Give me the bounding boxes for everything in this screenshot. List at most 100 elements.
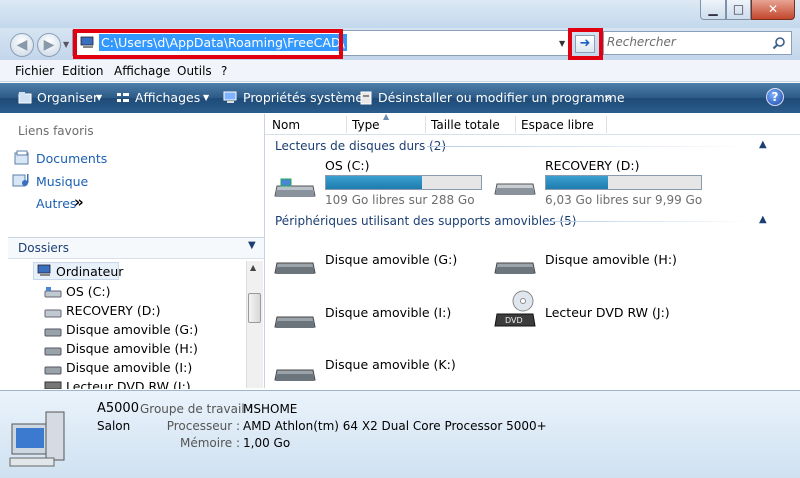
folder-tree-scrollbar[interactable] bbox=[246, 261, 263, 388]
column-separator[interactable] bbox=[425, 116, 426, 133]
column-espace-libre[interactable]: Espace libre bbox=[521, 118, 594, 132]
processor-label: Processeur : bbox=[166, 419, 240, 433]
views-dropdown-icon[interactable]: ▼ bbox=[203, 93, 209, 102]
toolbar-overflow-button[interactable]: » bbox=[604, 90, 612, 105]
group-collapse-icon[interactable]: ▲ bbox=[759, 139, 767, 150]
address-dropdown-icon[interactable]: ▼ bbox=[559, 39, 565, 48]
svg-text:DVD: DVD bbox=[505, 316, 523, 325]
drive-name-j[interactable]: Lecteur DVD RW (J:) bbox=[545, 305, 670, 320]
address-highlight-box bbox=[73, 29, 343, 59]
drive-icon bbox=[44, 309, 62, 318]
drive-name-c[interactable]: OS (C:) bbox=[325, 158, 369, 173]
system-properties-button[interactable]: Propriétés système bbox=[243, 90, 363, 105]
drive-name-g[interactable]: Disque amovible (G:) bbox=[325, 252, 457, 267]
scroll-up-icon[interactable]: ▲ bbox=[250, 263, 256, 272]
removable-drive-icon bbox=[44, 328, 62, 337]
group-title-removable[interactable]: Périphériques utilisant des supports amo… bbox=[275, 214, 576, 228]
system-properties-icon bbox=[223, 91, 237, 103]
column-nom[interactable]: Nom bbox=[272, 118, 300, 132]
title-bar bbox=[0, 0, 800, 28]
folders-title: Dossiers bbox=[18, 241, 69, 255]
computer-icon bbox=[37, 264, 51, 276]
search-placeholder: Rechercher bbox=[607, 35, 676, 49]
organize-button[interactable]: Organiser bbox=[37, 90, 98, 105]
group-separator bbox=[427, 146, 752, 147]
tree-item-removable-g[interactable]: Disque amovible (G:) bbox=[66, 322, 198, 337]
menu-help[interactable]: ? bbox=[221, 64, 227, 78]
drive-name-k[interactable]: Disque amovible (K:) bbox=[325, 357, 456, 372]
music-icon bbox=[12, 174, 29, 187]
forward-button[interactable]: ▶ bbox=[37, 33, 61, 57]
menu-affichage[interactable]: Affichage bbox=[114, 64, 170, 78]
uninstall-icon bbox=[360, 91, 372, 105]
drive-info-d: 6,03 Go libres sur 9,99 Go bbox=[545, 193, 703, 207]
views-icon bbox=[117, 93, 129, 102]
menu-outils[interactable]: Outils bbox=[177, 64, 212, 78]
favorite-documents[interactable]: Documents bbox=[36, 151, 107, 166]
pane-divider[interactable] bbox=[264, 114, 265, 388]
menu-edition[interactable]: Edition bbox=[62, 64, 104, 78]
documents-icon bbox=[14, 150, 29, 165]
folder-tree-scroll-thumb[interactable] bbox=[248, 293, 261, 323]
minimize-button[interactable]: ▁ bbox=[700, 0, 726, 20]
column-taille-totale[interactable]: Taille totale bbox=[431, 118, 500, 132]
maximize-button[interactable]: □ bbox=[726, 0, 751, 20]
dvd-drive-icon bbox=[44, 381, 62, 389]
favorites-more-link[interactable]: Autres bbox=[36, 196, 76, 211]
computer-name: A5000 bbox=[97, 401, 139, 416]
views-button[interactable]: Affichages bbox=[135, 90, 200, 105]
workgroup-label: Groupe de travail : bbox=[140, 402, 253, 416]
tree-item-removable-i[interactable]: Disque amovible (I:) bbox=[66, 360, 192, 375]
folders-collapse-icon[interactable]: ▼ bbox=[248, 240, 256, 251]
go-highlight-box bbox=[568, 28, 603, 60]
computer-description: Salon bbox=[97, 419, 131, 433]
removable-drive-icon bbox=[274, 369, 316, 381]
group-separator bbox=[545, 221, 752, 222]
drive-usage-fill-c bbox=[326, 176, 423, 189]
processor-value: AMD Athlon(tm) 64 X2 Dual Core Processor… bbox=[243, 419, 547, 433]
removable-drive-icon bbox=[274, 262, 316, 274]
group-title-hard-drives[interactable]: Lecteurs de disques durs (2) bbox=[275, 139, 446, 153]
tree-item-computer[interactable]: Ordinateur bbox=[56, 264, 123, 279]
removable-drive-icon bbox=[44, 366, 62, 375]
column-type[interactable]: Type bbox=[352, 118, 380, 132]
tree-item-dvd-j[interactable]: Lecteur DVD RW (J:) bbox=[66, 379, 191, 389]
system-drive-icon bbox=[44, 287, 62, 298]
back-button[interactable]: ◀ bbox=[10, 33, 34, 57]
memory-label: Mémoire : bbox=[179, 436, 240, 450]
tree-item-recovery-d[interactable]: RECOVERY (D:) bbox=[66, 303, 160, 318]
organize-icon bbox=[18, 92, 32, 104]
computer-icon bbox=[9, 411, 65, 467]
drive-info-c: 109 Go libres sur 288 Go bbox=[325, 193, 475, 207]
system-drive-icon bbox=[274, 178, 316, 197]
uninstall-button[interactable]: Désinstaller ou modifier un programme bbox=[378, 90, 625, 105]
help-icon[interactable]: ? bbox=[766, 88, 784, 106]
close-button[interactable]: ✕ bbox=[751, 0, 795, 20]
favorite-music[interactable]: Musique bbox=[36, 174, 88, 189]
drive-name-i[interactable]: Disque amovible (I:) bbox=[325, 305, 451, 320]
drive-name-d[interactable]: RECOVERY (D:) bbox=[545, 158, 639, 173]
drive-usage-bar-c bbox=[325, 175, 482, 190]
dvd-drive-icon: DVD bbox=[494, 290, 536, 327]
removable-drive-icon bbox=[44, 347, 62, 356]
drive-icon bbox=[494, 183, 536, 195]
sort-ascending-icon: ▲ bbox=[383, 112, 390, 121]
drive-usage-fill-d bbox=[546, 176, 608, 189]
memory-value: 1,00 Go bbox=[243, 436, 291, 450]
menu-fichier[interactable]: Fichier bbox=[15, 64, 54, 78]
column-separator[interactable] bbox=[346, 116, 347, 133]
tree-item-removable-h[interactable]: Disque amovible (H:) bbox=[66, 341, 198, 356]
drive-name-h[interactable]: Disque amovible (H:) bbox=[545, 252, 677, 267]
favorites-title: Liens favoris bbox=[18, 124, 94, 138]
group-collapse-icon[interactable]: ▲ bbox=[759, 214, 767, 225]
favorites-more-glyph[interactable]: » bbox=[74, 193, 84, 211]
drive-usage-bar-d bbox=[545, 175, 702, 190]
search-icon[interactable] bbox=[772, 36, 786, 50]
organize-dropdown-icon[interactable]: ▼ bbox=[96, 93, 102, 102]
history-dropdown-icon[interactable]: ▼ bbox=[63, 40, 69, 49]
removable-drive-icon bbox=[494, 262, 536, 274]
column-separator[interactable] bbox=[515, 116, 516, 133]
column-separator[interactable] bbox=[606, 116, 607, 133]
tree-item-os-c[interactable]: OS (C:) bbox=[66, 284, 110, 299]
workgroup-value: MSHOME bbox=[243, 402, 298, 416]
